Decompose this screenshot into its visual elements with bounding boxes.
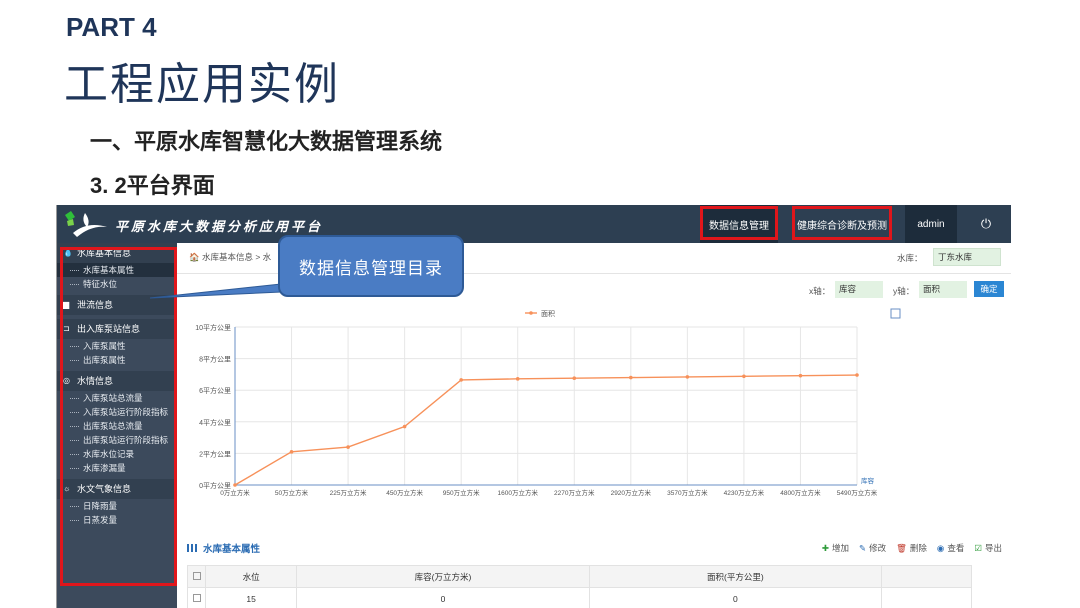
- legend-marker: [529, 311, 533, 315]
- toolbar-label: 导出: [984, 543, 1002, 553]
- x-tick-label: 225万立方米: [330, 488, 367, 497]
- x-tick-label: 2920万立方米: [611, 488, 652, 497]
- table-cell: 0: [296, 587, 590, 608]
- y-axis-select[interactable]: 面积: [919, 281, 967, 298]
- heading-2: 3. 2平台界面: [90, 173, 215, 198]
- reservoir-select[interactable]: 丁东水库: [933, 248, 1001, 266]
- data-point: [855, 373, 859, 377]
- data-point: [233, 483, 237, 487]
- toolbar-button[interactable]: ◉ 查看: [937, 542, 964, 554]
- data-table: 水位 库容(万立方米) 面积(平方公里) 15 0 0: [187, 565, 972, 608]
- data-point: [629, 375, 633, 380]
- toolbar-button[interactable]: ☑ 导出: [974, 542, 1002, 554]
- x-tick-label: 450万立方米: [386, 488, 423, 497]
- logo-icon: [65, 211, 107, 237]
- data-point: [515, 377, 520, 381]
- data-point: [685, 375, 690, 379]
- y-tick-label: 2平方公里: [199, 449, 231, 458]
- app-screenshot: 平原水库大数据分析应用平台 数据信息管理 健康综合诊断及预测 admin ⏻ 💧…: [56, 205, 1011, 608]
- brand-title: 平原水库大数据分析应用平台: [115, 219, 324, 234]
- toolbar-label: 查看: [947, 543, 965, 553]
- toolbar-icon: ☑: [974, 543, 982, 553]
- column-header[interactable]: 水位: [204, 565, 298, 588]
- toolbar-icon: 🗑: [896, 543, 907, 553]
- row-checkbox[interactable]: [192, 593, 201, 602]
- data-point: [402, 424, 407, 429]
- column-header[interactable]: 库容(万立方米): [296, 565, 590, 588]
- toolbar-icon: ◉: [936, 543, 945, 553]
- x-tick-label: 4230万立方米: [724, 488, 765, 497]
- toolbar-button[interactable]: ✚ 增加: [822, 542, 849, 554]
- x-axis-label: x轴：: [809, 286, 831, 296]
- highlight-sidebar: [60, 247, 177, 586]
- y-tick-label: 8平方公里: [199, 355, 231, 364]
- data-point: [742, 374, 746, 379]
- x-tick-label: 5490万立方米: [837, 488, 878, 497]
- data-point: [798, 373, 803, 378]
- x-axis-unit-label: 库容: [861, 476, 875, 485]
- x-tick-label: 50万立方米: [275, 488, 309, 497]
- table-cell: 15: [204, 587, 298, 608]
- download-icon: [890, 308, 901, 319]
- toolbar-button[interactable]: ✎ 修改: [859, 542, 886, 554]
- data-point: [346, 445, 350, 449]
- area-line-chart: 0平方公里 2平方公里 4平方公里 6平方公里 8平方公里 10平方公里 0万立方米 50万立…: [195, 308, 901, 497]
- data-point: [459, 378, 463, 382]
- reservoir-label: 水库：: [897, 253, 923, 263]
- toolbar-icon: ✚: [821, 543, 829, 553]
- highlight-data-nav: [700, 206, 778, 240]
- power-icon[interactable]: ⏻: [961, 205, 1011, 243]
- table-cell: 0: [588, 587, 883, 608]
- y-tick-label: 4平方公里: [199, 418, 231, 427]
- confirm-button[interactable]: 确定: [974, 281, 1004, 297]
- table-header-row: 水位 库容(万立方米) 面积(平方公里): [187, 565, 972, 588]
- x-axis-select[interactable]: 库容: [835, 281, 883, 298]
- table-title: 水库基本属性: [187, 541, 260, 555]
- table-toolbar: ✚ 增加 ✎ 修改 🗑 删除 ◉ 查看 ☑ 导出: [822, 542, 1002, 554]
- bar-chart-icon: [187, 544, 197, 552]
- heading-1: 一、平原水库智慧化大数据管理系统: [90, 129, 443, 154]
- toolbar-icon: ✎: [858, 543, 867, 553]
- toolbar-label: 删除: [909, 543, 927, 553]
- main-content: 🏠 水库基本信息 > 水 水库： 丁东水库 x轴： 库容 y轴： 面积 确定 0…: [177, 243, 1011, 608]
- select-all-checkbox[interactable]: [192, 571, 201, 580]
- data-point: [289, 450, 294, 454]
- x-tick-label: 1600万立方米: [497, 488, 538, 497]
- nav-admin-user[interactable]: admin: [905, 205, 957, 243]
- data-point: [572, 376, 577, 380]
- series-line: [234, 374, 858, 486]
- x-tick-label: 0万立方米: [220, 488, 250, 497]
- highlight-health-nav: [792, 206, 892, 240]
- part-label: PART 4: [66, 12, 157, 42]
- toolbar-label: 增加: [831, 543, 849, 553]
- home-icon[interactable]: 🏠: [189, 252, 200, 262]
- x-tick-label: 3570万立方米: [667, 488, 708, 497]
- legend-label: 面积: [541, 309, 555, 318]
- breadcrumb: 🏠 水库基本信息 > 水: [189, 252, 272, 262]
- x-tick-label: 950万立方米: [443, 488, 480, 497]
- y-tick-label: 6平方公里: [199, 386, 231, 395]
- column-header[interactable]: 面积(平方公里): [588, 565, 883, 588]
- y-tick-label: 10平方公里: [195, 323, 231, 332]
- toolbar-button[interactable]: 🗑 删除: [896, 542, 927, 554]
- y-axis-label: y轴：: [893, 286, 915, 296]
- callout-label: 数据信息管理目录: [278, 235, 464, 297]
- slide-title: 工程应用实例: [64, 60, 340, 109]
- x-tick-label: 4800万立方米: [780, 488, 821, 497]
- x-tick-label: 2270万立方米: [554, 488, 595, 497]
- toolbar-label: 修改: [869, 543, 887, 553]
- y-tick-label: 0平方公里: [199, 481, 231, 490]
- table-row[interactable]: 15 0 0: [187, 587, 972, 608]
